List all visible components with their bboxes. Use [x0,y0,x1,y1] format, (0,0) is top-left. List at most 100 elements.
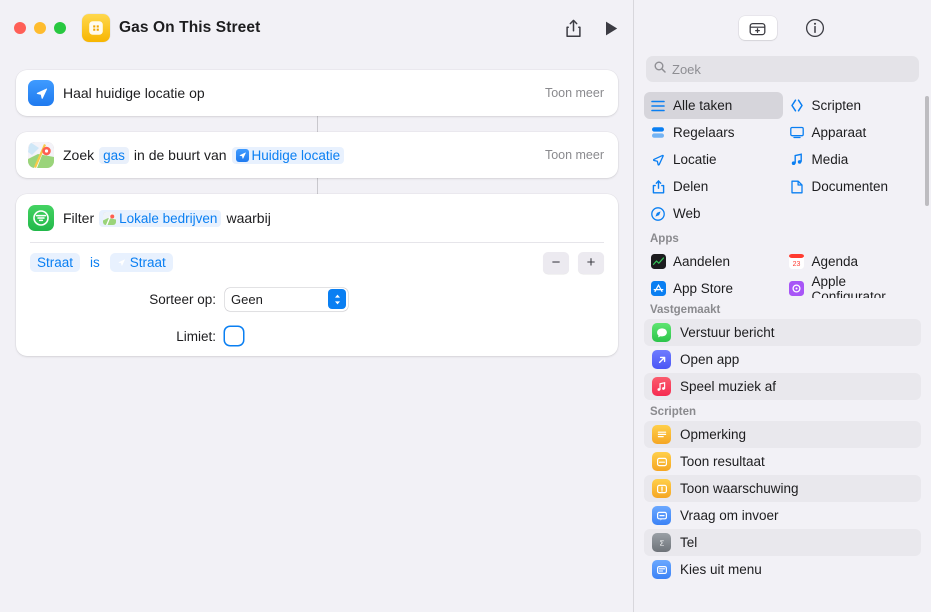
comment-icon [652,425,671,444]
app-aandelen[interactable]: Aandelen [644,248,783,275]
apps-header: Apps [634,227,931,248]
filter-input-token[interactable]: Lokale bedrijven [99,210,221,227]
connector-line [317,178,318,194]
condition-buttons: − + [543,252,604,274]
share-icon[interactable] [565,19,582,38]
filter-label: Filter [63,210,94,226]
condition-value-token[interactable]: Straat [110,253,173,272]
action-label: Haal huidige locatie op [63,85,205,101]
show-result-icon [652,452,671,471]
list-item[interactable]: Σ Tel [644,529,921,556]
category-sharing[interactable]: Delen [644,173,783,200]
apps-grid: Aandelen 23 Agenda App Store Apple Confi… [634,248,931,302]
list-item-label: Kies uit menu [680,562,762,577]
count-icon: Σ [652,533,671,552]
list-item[interactable]: Verstuur bericht [644,319,921,346]
category-label: Locatie [673,152,717,167]
library-scrollbar[interactable] [925,96,929,206]
search-input[interactable]: Zoek [646,56,919,82]
category-grid: Alle taken Scripten Regelaars Apparaat L… [634,92,931,227]
search-placeholder: Zoek [672,62,701,77]
play-icon[interactable] [604,20,619,37]
choose-menu-icon [652,560,671,579]
app-agenda[interactable]: 23 Agenda [783,248,922,275]
share-box-icon [650,180,666,194]
titlebar-actions [565,0,619,56]
show-more-link[interactable]: Toon meer [545,148,604,162]
shortcuts-window: Gas On This Street Haal huidige locatie … [0,0,931,612]
remove-condition-button[interactable]: − [543,252,569,274]
token-label: Lokale bedrijven [119,211,217,226]
app-label: Agenda [812,254,859,269]
limit-label: Limiet: [30,329,225,344]
category-label: Documenten [812,179,889,194]
category-controls[interactable]: Regelaars [644,119,783,146]
minimize-button[interactable] [34,22,46,34]
music-note-icon [789,153,805,166]
action-library-icon[interactable] [739,16,777,40]
category-all-tasks[interactable]: Alle taken [644,92,783,119]
list-item[interactable]: Vraag om invoer [644,502,921,529]
current-location-token[interactable]: Huidige locatie [232,147,345,164]
location-icon [650,153,666,167]
list-item[interactable]: Kies uit menu [644,556,921,583]
maps-icon [103,212,116,225]
controls-icon [650,126,666,139]
category-label: Delen [673,179,708,194]
traffic-lights[interactable] [14,22,66,34]
category-web[interactable]: Web [644,200,783,227]
list-item[interactable]: Toon resultaat [644,448,921,475]
chevron-updown-icon [328,289,346,309]
limit-checkbox[interactable] [225,327,243,345]
action-filter[interactable]: Filter Lokale bedrijven waarbij Straat i… [16,194,618,356]
show-more-link[interactable]: Toon meer [545,86,604,100]
category-location[interactable]: Locatie [644,146,783,173]
list-item[interactable]: Speel muziek af [644,373,921,400]
messages-icon [652,323,671,342]
list-item-label: Toon resultaat [680,454,765,469]
configurator-icon [789,281,805,296]
list-item[interactable]: Opmerking [644,421,921,448]
page-title: Gas On This Street [119,19,260,37]
variable-icon [117,255,126,270]
zoom-button[interactable] [54,22,66,34]
action-search-maps[interactable]: Zoek gas in de buurt van Huidige locatie… [16,132,618,178]
search-middle-label: in de buurt van [134,147,227,163]
category-label: Regelaars [673,125,735,140]
category-scripting[interactable]: Scripten [783,92,922,119]
add-condition-button[interactable]: + [578,252,604,274]
minus-icon: − [552,255,561,270]
calendar-icon: 23 [789,254,805,269]
list-icon [650,100,666,112]
workflow-canvas: Haal huidige locatie op Toon meer [0,56,634,612]
info-circle-icon[interactable] [803,16,827,40]
list-item-label: Speel muziek af [680,379,776,394]
category-media[interactable]: Media [783,146,922,173]
category-device[interactable]: Apparaat [783,119,922,146]
list-item-label: Verstuur bericht [680,325,775,340]
close-button[interactable] [14,22,26,34]
filter-header: Filter Lokale bedrijven waarbij [16,194,618,242]
maps-icon [28,142,54,168]
app-label: Aandelen [673,254,730,269]
category-documents[interactable]: Documenten [783,173,922,200]
action-get-current-location[interactable]: Haal huidige locatie op Toon meer [16,70,618,116]
list-item-label: Opmerking [680,427,746,442]
script-icon [789,99,805,112]
pinned-header: Vastgemaakt [634,298,931,319]
sort-row: Sorteer op: Geen [16,282,618,316]
shortcuts-icon [82,14,110,42]
list-item[interactable]: Toon waarschuwing [644,475,921,502]
sort-select[interactable]: Geen [225,288,348,311]
svg-text:23: 23 [793,261,801,268]
location-arrow-icon [236,149,249,162]
condition-operator[interactable]: is [90,255,100,270]
editor-pane: Gas On This Street Haal huidige locatie … [0,0,634,612]
list-item[interactable]: Open app [644,346,921,373]
action-label: Zoek gas in de buurt van Huidige locatie [63,147,344,164]
pinned-section: Vastgemaakt Verstuur bericht Open app Sp… [634,298,931,612]
search-query-token[interactable]: gas [99,147,129,164]
titlebar: Gas On This Street [0,0,633,56]
condition-field-token[interactable]: Straat [30,253,80,272]
filter-where-label: waarbij [226,210,270,226]
